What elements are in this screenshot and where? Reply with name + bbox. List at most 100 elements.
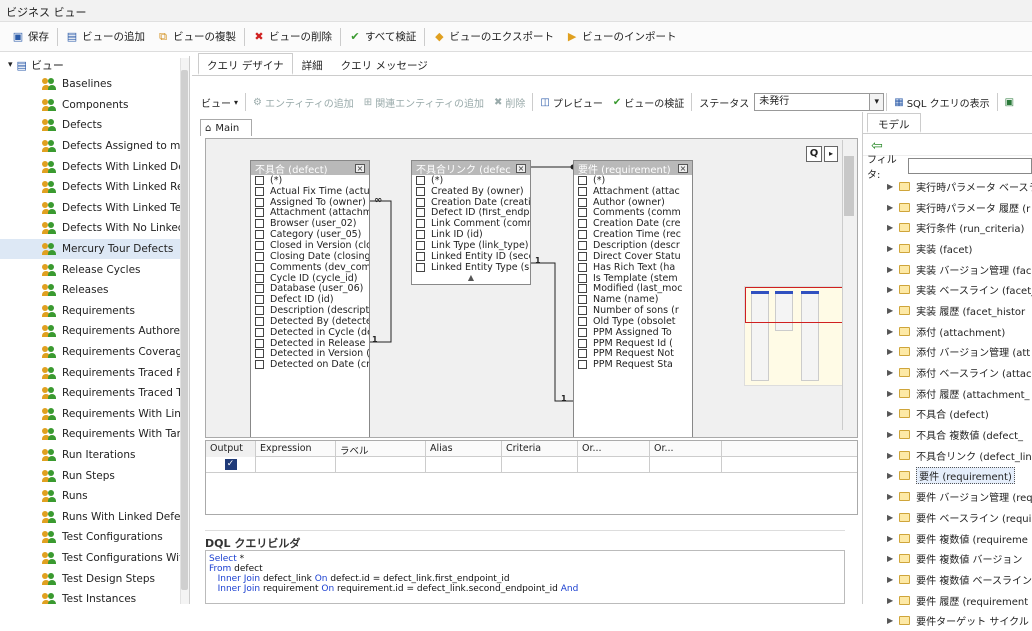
field-checkbox[interactable]	[255, 273, 264, 283]
entity-field[interactable]: Closing Date (closing_	[251, 251, 369, 262]
entity-field[interactable]: Author (owner)	[574, 197, 692, 208]
field-checkbox[interactable]	[578, 316, 587, 326]
entity-field[interactable]: Is Template (stem	[574, 273, 692, 283]
field-checkbox[interactable]	[578, 295, 587, 305]
sidebar-item[interactable]: Releases	[0, 280, 189, 301]
sidebar-item[interactable]: Release Cycles	[0, 259, 189, 280]
entity-field[interactable]: Detected in Version (	[251, 349, 369, 359]
sidebar-item[interactable]: Test Configurations	[0, 527, 189, 548]
field-checkbox[interactable]	[255, 240, 264, 250]
sidebar-item[interactable]: Baselines	[0, 74, 189, 95]
field-checkbox[interactable]	[578, 240, 587, 250]
field-checkbox[interactable]	[578, 208, 587, 218]
collapse-icon[interactable]: ▾	[8, 60, 13, 70]
sidebar-item[interactable]: Test Instances	[0, 589, 189, 604]
expand-arrow-icon[interactable]: ▶	[887, 285, 893, 294]
add-view-button[interactable]: ▤ ビューの追加	[60, 26, 151, 48]
grid-col-or-1[interactable]: Or...	[578, 441, 650, 457]
entity-field[interactable]: Defect ID (id)	[251, 294, 369, 305]
tab-query-messages[interactable]: クエリ メッセージ	[332, 53, 437, 75]
field-checkbox[interactable]	[578, 327, 587, 337]
field-checkbox[interactable]	[255, 349, 264, 359]
sidebar-item[interactable]: Defects With No Linked_R	[0, 218, 189, 239]
expand-arrow-icon[interactable]: ▶	[887, 534, 893, 543]
sidebar-item[interactable]: Run Steps	[0, 465, 189, 486]
query-designer-canvas[interactable]: ∞ 1 1 1 不具合 (defect) × (*) Actual Fix Time…	[205, 138, 858, 438]
export-view-button[interactable]: ◆ ビューのエクスポート	[427, 26, 560, 48]
close-entity-icon[interactable]: ×	[516, 163, 526, 173]
sidebar-item[interactable]: Defects With Linked Requ	[0, 177, 189, 198]
model-entity-item[interactable]: ▶ 不具合リンク (defect_link	[863, 445, 1032, 466]
filter-input[interactable]	[908, 158, 1032, 174]
field-checkbox[interactable]	[255, 338, 264, 348]
model-entity-item[interactable]: ▶ 要件 複数値 ベースライン	[863, 569, 1032, 590]
copy-view-button[interactable]: ⧉ ビューの複製	[151, 26, 242, 48]
close-entity-icon[interactable]: ×	[678, 163, 688, 173]
sidebar-item[interactable]: Defects With Linked Test	[0, 198, 189, 219]
grid-cell-or-1[interactable]	[578, 457, 650, 473]
expand-arrow-icon[interactable]: ▶	[887, 575, 893, 584]
field-checkbox[interactable]	[578, 338, 587, 348]
overview-map[interactable]	[744, 286, 844, 386]
field-checkbox[interactable]	[578, 219, 587, 229]
model-entity-item[interactable]: ▶ 要件 ベースライン (requir	[863, 507, 1032, 528]
entity-header[interactable]: 不具合 (defect) ×	[251, 161, 369, 175]
expand-arrow-icon[interactable]: ▶	[887, 327, 893, 336]
field-checkbox[interactable]	[578, 360, 587, 370]
sidebar-item[interactable]: Defects With Linked Defe	[0, 156, 189, 177]
expand-arrow-icon[interactable]: ▶	[887, 368, 893, 377]
save-button[interactable]: ▣ 保存	[6, 26, 55, 48]
entity-box-defect-link[interactable]: 不具合リンク (defec × (*) Created By (owner) Crea…	[411, 160, 531, 285]
model-entity-item[interactable]: ▶ 実装 履歴 (facet_histor	[863, 300, 1032, 321]
grid-cell-criteria[interactable]	[502, 457, 578, 473]
entity-field[interactable]: Category (user_05)	[251, 229, 369, 240]
tab-model[interactable]: モデル	[867, 113, 921, 133]
entity-field[interactable]: Link Comment (comm	[412, 218, 530, 229]
verify-all-button[interactable]: ✔ すべて検証	[343, 26, 422, 48]
model-entity-item[interactable]: ▶ 不具合 複数値 (defect_	[863, 424, 1032, 445]
field-checkbox[interactable]	[255, 251, 264, 261]
entity-field[interactable]: Assigned To (owner)	[251, 197, 369, 208]
field-checkbox[interactable]	[416, 230, 425, 240]
import-view-button[interactable]: ▶ ビューのインポート	[560, 26, 683, 48]
expand-arrow-icon[interactable]: ▶	[887, 182, 893, 191]
sidebar-item[interactable]: Test Design Steps	[0, 568, 189, 589]
field-checkbox[interactable]	[255, 197, 264, 207]
entity-box-defect[interactable]: 不具合 (defect) × (*) Actual Fix Time (actu As…	[250, 160, 370, 437]
model-entity-item[interactable]: ▶ 要件 (requirement)	[863, 466, 1032, 487]
sidebar-item[interactable]: Requirements With Target	[0, 424, 189, 445]
field-checkbox[interactable]	[578, 306, 587, 316]
model-entity-item[interactable]: ▶ 実装 ベースライン (facet_	[863, 279, 1032, 300]
entity-field[interactable]: Linked Entity ID (secc	[412, 251, 530, 262]
expand-arrow-icon[interactable]: ▶	[887, 471, 893, 480]
sidebar-item[interactable]: Requirements Traced Fro	[0, 362, 189, 383]
model-entity-item[interactable]: ▶ 実装 (facet)	[863, 238, 1032, 259]
add-entity-button[interactable]: ⚙ エンティティの追加	[248, 92, 359, 112]
entity-field[interactable]: PPM Request Not	[574, 349, 692, 359]
sidebar-item[interactable]: Requirements With Linked	[0, 404, 189, 425]
field-checkbox[interactable]	[578, 273, 587, 283]
entity-field[interactable]: Comments (comm	[574, 208, 692, 218]
model-entity-item[interactable]: ▶ 添付 ベースライン (attach	[863, 362, 1032, 383]
field-checkbox[interactable]	[416, 240, 425, 250]
expand-arrow-icon[interactable]: ▶	[887, 513, 893, 522]
delete-entity-button[interactable]: ✖ 削除	[489, 92, 530, 112]
preview-button[interactable]: ◫ プレビュー	[535, 92, 607, 112]
entity-field[interactable]: Detected By (detecte	[251, 316, 369, 327]
sidebar-item[interactable]: Requirements Authored b	[0, 321, 189, 342]
entity-field[interactable]: Direct Cover Statu	[574, 251, 692, 262]
entity-header[interactable]: 要件 (requirement) ×	[574, 161, 692, 175]
model-entity-item[interactable]: ▶ 添付 履歴 (attachment_	[863, 383, 1032, 404]
entity-field[interactable]: (*)	[251, 175, 369, 186]
status-dropdown[interactable]: 未発行	[754, 93, 871, 111]
grid-col-alias[interactable]: Alias	[426, 441, 502, 457]
model-entity-item[interactable]: ▶ 添付 (attachment)	[863, 321, 1032, 342]
field-checkbox[interactable]	[416, 219, 425, 229]
expand-arrow-icon[interactable]: ▶	[887, 596, 893, 605]
expand-arrow-icon[interactable]: ▶	[887, 492, 893, 501]
grid-cell-label[interactable]	[336, 457, 426, 473]
entity-field[interactable]: Attachment (attac	[574, 186, 692, 197]
entity-field[interactable]: Comments (dev_comi	[251, 262, 369, 273]
model-entity-item[interactable]: ▶ 要件 バージョン管理 (req	[863, 486, 1032, 507]
field-checkbox[interactable]	[255, 262, 264, 272]
